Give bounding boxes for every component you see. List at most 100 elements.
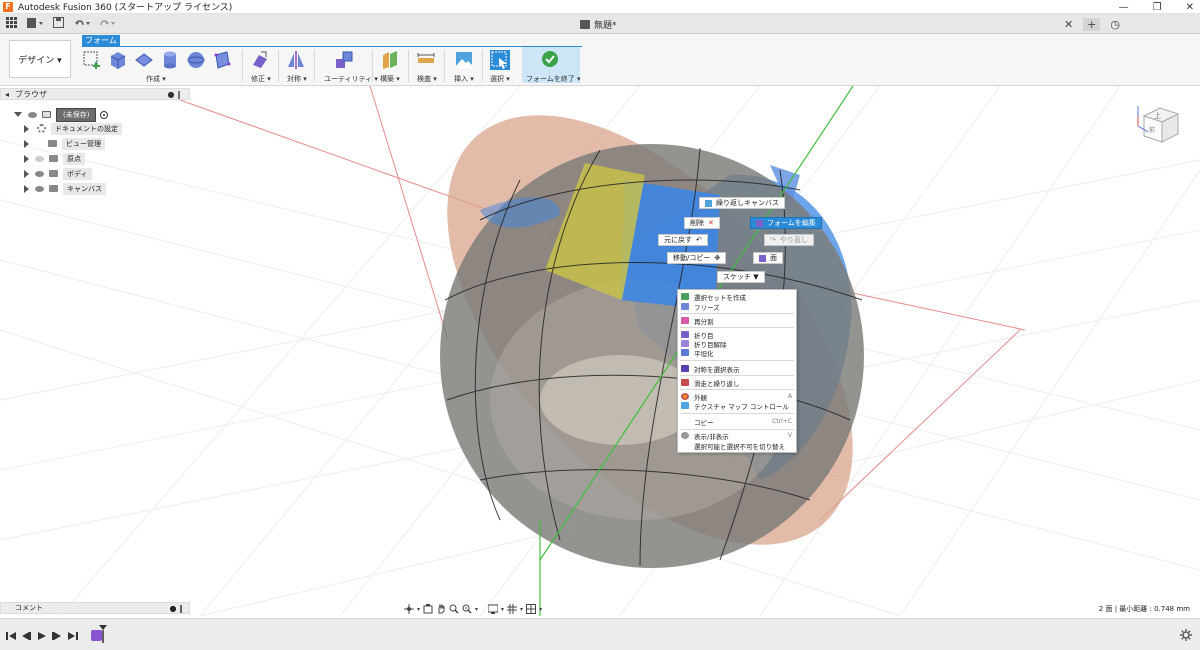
group-inspect-label[interactable]: 検査 ▾ [417,74,437,84]
pan-hand-icon[interactable] [436,604,446,614]
play-icon[interactable] [37,631,47,641]
activate-target-icon[interactable] [100,110,109,119]
zoom-icon[interactable] [449,604,459,614]
menu-item-subdivide[interactable]: 再分割 [678,316,796,326]
marking-redo[interactable]: ↷ やり直し [764,234,814,246]
tree-root[interactable]: (未保存) [14,107,109,122]
symmetry-icon[interactable] [286,50,306,70]
display-settings-icon[interactable] [488,604,499,614]
marking-delete[interactable]: 削除 ✕ [684,217,720,229]
undo-icon[interactable] [74,17,92,31]
create-face-icon[interactable] [212,50,232,70]
select-icon[interactable] [490,50,510,70]
menu-item-show-hide[interactable]: 表示/非表示 V [678,431,796,441]
menu-item-freeze[interactable]: フリーズ [678,302,796,312]
tree-item-label[interactable]: (未保存) [56,107,97,122]
group-insert-label[interactable]: 挿入 ▾ [454,74,474,84]
expand-triangle-icon[interactable] [24,184,29,193]
form-feature-icon[interactable] [90,625,108,645]
tree-item-bodies[interactable]: ボディ [24,167,92,180]
menu-item-copy[interactable]: コピー Ctrl+C [678,417,796,427]
comments-options-icon[interactable]: ● ‖ [169,604,183,613]
visibility-eye-icon[interactable] [35,185,44,192]
group-select-label[interactable]: 選択 ▾ [490,74,510,84]
maximize-button[interactable]: ❐ [1153,2,1162,13]
tree-item-origin[interactable]: 原点 [24,152,85,165]
go-to-start-icon[interactable] [6,631,16,641]
expand-triangle-icon[interactable] [24,169,29,178]
menu-item-create-selection-set[interactable]: 選択セットを作成 [678,292,796,302]
marking-face[interactable]: 面 [753,252,783,264]
menu-item-texture-map[interactable]: テクスチャ マップ コントロール [678,401,796,411]
utilities-icon[interactable] [334,50,354,70]
create-cylinder-icon[interactable] [160,50,180,70]
comments-panel[interactable]: コメント ● ‖ [0,602,190,614]
modify-form-icon[interactable] [250,50,270,70]
orbit-icon[interactable] [404,604,414,614]
grid-settings-icon[interactable] [507,604,518,614]
menu-item-toggle-selectable[interactable]: 選択可能と選択不可を切り替え [678,441,796,451]
group-utilities-label[interactable]: ユーティリティ ▾ [324,74,378,84]
3d-viewport[interactable] [0,86,1200,616]
create-sphere-icon[interactable] [186,50,206,70]
look-at-icon[interactable] [423,604,433,614]
close-tab-button[interactable]: ✕ [1064,18,1073,31]
timeline-settings-gear-icon[interactable] [1180,629,1192,641]
create-box-icon[interactable] [108,50,128,70]
menu-item-isolate-symmetry[interactable]: 対称を選択表示 [678,364,796,374]
file-menu-icon[interactable] [27,17,45,31]
tree-item-canvases[interactable]: キャンバス [24,182,106,195]
app-grid-icon[interactable] [6,17,17,31]
grid-dropdown-icon[interactable]: ▾ [520,606,523,613]
job-status-icon[interactable]: ◷ [1110,18,1120,31]
visibility-eye-icon[interactable] [28,111,37,118]
expand-triangle-icon[interactable] [14,112,22,117]
browser-options-icon[interactable]: ● ‖ [167,90,181,99]
workspace-switcher[interactable]: デザイン ▾ [9,40,71,78]
tree-item-named-views[interactable]: ビュー管理 [24,137,105,150]
group-finish-label[interactable]: フォームを終了 ▾ [526,74,581,84]
create-plane-icon[interactable] [134,50,154,70]
menu-item-flatten[interactable]: 平坦化 [678,348,796,358]
redo-icon[interactable] [98,17,116,31]
view-cube[interactable]: 上 前 [1134,102,1182,150]
close-window-button[interactable]: ✕ [1186,2,1194,13]
group-symmetry-label[interactable]: 対称 ▾ [287,74,307,84]
viewcube-front-label[interactable]: 前 [1149,126,1155,134]
marking-edit-form[interactable]: フォームを編集 [750,217,822,229]
step-forward-icon[interactable] [52,631,62,641]
group-construct-label[interactable]: 構築 ▾ [380,74,400,84]
menu-item-slide-repeat[interactable]: 滑走と繰り返し [678,378,796,388]
tree-item-document-settings[interactable]: ドキュメントの設定 [24,122,122,135]
marking-repeat-canvas[interactable]: 繰り返しキャンバス [699,197,785,209]
viewports-icon[interactable] [526,604,537,614]
minimize-button[interactable]: — [1119,2,1129,13]
marking-undo[interactable]: 元に戻す ↶ [658,234,708,246]
marking-move-copy[interactable]: 移動/コピー ✥ [667,252,727,264]
save-icon[interactable] [53,17,64,31]
visibility-eye-icon[interactable] [35,170,44,177]
create-box-sketch-icon[interactable] [82,50,102,70]
collapse-triangle-icon[interactable]: ◂ [5,90,9,99]
tab-form[interactable]: フォーム [82,35,120,46]
expand-triangle-icon[interactable] [24,154,29,163]
orbit-dropdown-icon[interactable]: ▾ [417,606,420,613]
construct-plane-icon[interactable] [380,50,400,70]
measure-icon[interactable] [416,50,436,70]
document-tab[interactable]: 無題* [580,16,617,32]
visibility-eye-icon[interactable] [35,155,44,162]
marking-sketch[interactable]: スケッチ ▼ [717,271,765,283]
step-back-icon[interactable] [21,631,31,641]
display-dropdown-icon[interactable]: ▾ [501,606,504,613]
viewcube-top-label[interactable]: 上 [1154,111,1161,120]
go-to-end-icon[interactable] [68,631,78,641]
viewports-dropdown-icon[interactable]: ▾ [539,606,542,613]
expand-triangle-icon[interactable] [24,139,29,148]
insert-image-icon[interactable] [454,50,474,70]
fit-zoom-icon[interactable] [462,604,472,614]
zoom-dropdown-icon[interactable]: ▾ [475,606,478,613]
group-create-label[interactable]: 作成 ▾ [146,74,166,84]
expand-triangle-icon[interactable] [24,124,29,133]
new-tab-button[interactable]: + [1083,17,1101,31]
group-modify-label[interactable]: 修正 ▾ [251,74,271,84]
